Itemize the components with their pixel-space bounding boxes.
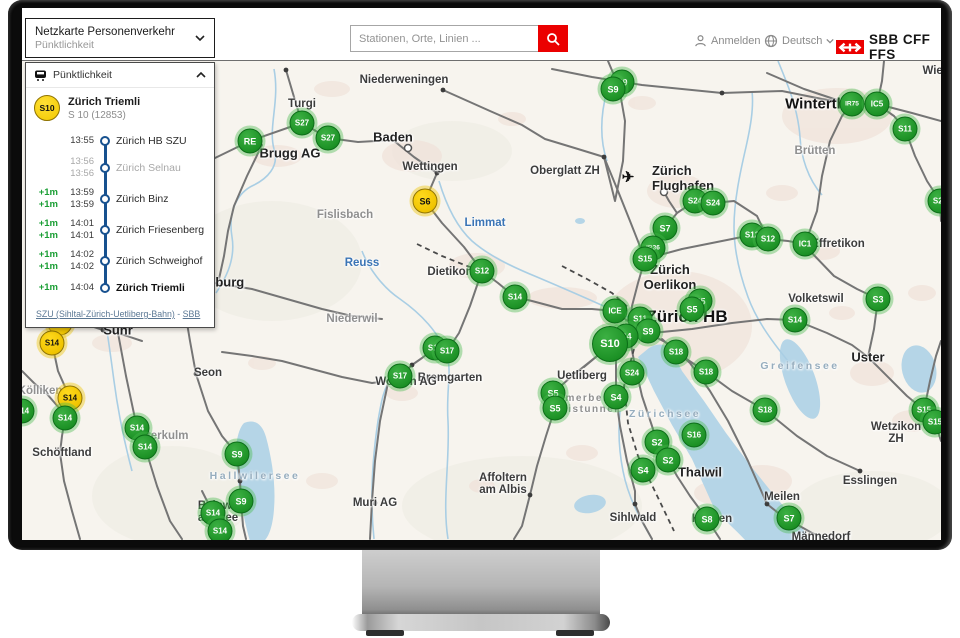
monitor-stand-neck (362, 548, 600, 618)
train-marker-s14[interactable]: S14 (133, 435, 158, 460)
train-marker-s16[interactable]: S16 (682, 423, 707, 448)
stop-row[interactable]: +1m14:04Zürich Triemli (26, 276, 214, 299)
route-header: S10 Zürich Triemli S 10 (12853) (26, 88, 214, 125)
stop-row[interactable]: +1m+1m14:0214:02Zürich Schweighof (26, 245, 214, 276)
train-marker-s9[interactable]: S9 (636, 319, 661, 344)
train-marker-s3[interactable]: S3 (866, 287, 891, 312)
train-marker-s5[interactable]: S5 (680, 297, 705, 322)
stop-row[interactable]: +1m+1m13:5913:59Zürich Binz (26, 183, 214, 214)
train-marker-s14[interactable]: S14 (53, 406, 78, 431)
login-label: Anmelden (711, 35, 761, 47)
train-marker-s9[interactable]: S9 (601, 77, 626, 102)
stop-name: Zürich Schweighof (112, 255, 214, 267)
stop-name: Zürich HB SZU (112, 135, 214, 147)
train-marker-s24[interactable]: S24 (620, 361, 645, 386)
route-line-info: S 10 (12853) (68, 110, 140, 121)
stop-name: Zürich Friesenberg (112, 224, 214, 236)
panel-footer: SZU (Sihltal-Zürich-Uetliberg-Bahn) - SB… (26, 301, 214, 327)
train-marker-s6[interactable]: S6 (413, 189, 438, 214)
train-marker-s27[interactable]: S27 (290, 111, 315, 136)
train-marker-ic5[interactable]: IC5 (865, 92, 890, 117)
punctuality-panel: Pünktlichkeit S10 Zürich Triemli S 10 (1… (25, 62, 215, 328)
language-label: Deutsch (782, 35, 822, 47)
train-marker-s4[interactable]: S4 (631, 458, 656, 483)
train-icon (34, 70, 47, 81)
train-marker-s9[interactable]: S9 (229, 489, 254, 514)
monitor-foot-left (366, 630, 404, 636)
globe-icon (764, 34, 778, 48)
train-marker-s9[interactable]: S9 (225, 442, 250, 467)
screen: NiederweningenTurgiBadenBrugg AGWettinge… (22, 8, 941, 540)
layer-dropdown-title: Netzkarte Personenverkehr (35, 25, 195, 39)
train-marker-re[interactable]: RE (238, 129, 263, 154)
train-marker-ir75[interactable]: IR75 (840, 92, 865, 117)
sbb-logo[interactable]: SBB CFF FFS (836, 32, 941, 62)
stop-row[interactable]: 13:5613:56Zürich Selnau (26, 152, 214, 183)
train-marker-s14[interactable]: S14 (208, 519, 233, 541)
chevron-up-icon (196, 70, 206, 80)
train-marker-s11[interactable]: S11 (893, 117, 918, 142)
stop-node (100, 194, 110, 204)
train-marker-s17[interactable]: S17 (388, 364, 413, 389)
monitor-foot-right (556, 630, 594, 636)
panel-title: Pünktlichkeit (53, 69, 196, 81)
login-link[interactable]: Anmelden (694, 34, 761, 47)
train-marker-ice[interactable]: ICE (603, 299, 628, 324)
train-marker-s10[interactable]: S10 (592, 326, 628, 362)
footer-link[interactable]: SZU (Sihltal-Zürich-Uetliberg-Bahn) (36, 309, 175, 319)
sbb-flag-icon (836, 40, 864, 54)
panel-header[interactable]: Pünktlichkeit (26, 63, 214, 88)
train-marker-s14[interactable]: S14 (503, 285, 528, 310)
route-destination: Zürich Triemli (68, 96, 140, 108)
train-marker-s14[interactable]: S14 (783, 308, 808, 333)
train-marker-s15[interactable]: S15 (633, 247, 658, 272)
train-marker-s17[interactable]: S17 (435, 339, 460, 364)
stop-row[interactable]: 13:55Zürich HB SZU (26, 129, 214, 152)
train-marker-s24[interactable]: S24 (701, 191, 726, 216)
stop-node (100, 225, 110, 235)
train-marker-s12[interactable]: S12 (470, 259, 495, 284)
stop-node (100, 283, 110, 293)
train-marker-s18[interactable]: S18 (664, 340, 689, 365)
train-marker-s15[interactable]: S15 (923, 410, 942, 435)
train-marker-s5[interactable]: S5 (543, 396, 568, 421)
language-selector[interactable]: Deutsch (764, 34, 834, 48)
monitor-bezel: NiederweningenTurgiBadenBrugg AGWettinge… (8, 0, 952, 550)
train-marker-s8[interactable]: S8 (695, 507, 720, 532)
layer-dropdown[interactable]: Netzkarte Personenverkehr Pünktlichkeit (25, 18, 215, 58)
chevron-down-icon (826, 37, 834, 45)
desktop-mockup: { "header": { "dropdown": { "title": "Ne… (0, 0, 960, 638)
stop-name: Zürich Binz (112, 193, 214, 205)
train-marker-s18[interactable]: S18 (753, 398, 778, 423)
search-input[interactable] (350, 25, 538, 52)
stop-name: Zürich Triemli (112, 282, 214, 294)
train-marker-s2[interactable]: S2 (656, 448, 681, 473)
train-marker-s12[interactable]: S12 (756, 227, 781, 252)
search-icon (546, 32, 560, 46)
train-marker-s18[interactable]: S18 (694, 360, 719, 385)
train-marker-s7[interactable]: S7 (777, 506, 802, 531)
search-bar (350, 25, 568, 52)
layer-dropdown-subtitle: Pünktlichkeit (35, 39, 195, 52)
chevron-down-icon (195, 33, 205, 43)
train-marker-s4[interactable]: S4 (604, 385, 629, 410)
stop-node (100, 256, 110, 266)
sbb-logo-text: SBB CFF FFS (869, 32, 941, 62)
line-badge: S10 (34, 95, 60, 121)
monitor-stand-base (352, 614, 610, 631)
stops-list: 13:55Zürich HB SZU 13:5613:56Zürich Seln… (26, 125, 214, 301)
top-bar: Netzkarte Personenverkehr Pünktlichkeit (22, 8, 941, 60)
stop-node (100, 136, 110, 146)
search-button[interactable] (538, 25, 568, 52)
stop-name: Zürich Selnau (112, 162, 214, 174)
stop-row[interactable]: +1m+1m14:0114:01Zürich Friesenberg (26, 214, 214, 245)
train-marker-s27[interactable]: S27 (316, 126, 341, 151)
train-marker-ic1[interactable]: IC1 (793, 232, 818, 257)
footer-link[interactable]: SBB (183, 309, 201, 319)
stop-node (100, 163, 110, 173)
user-icon (694, 34, 707, 47)
train-marker-s14[interactable]: S14 (40, 331, 65, 356)
